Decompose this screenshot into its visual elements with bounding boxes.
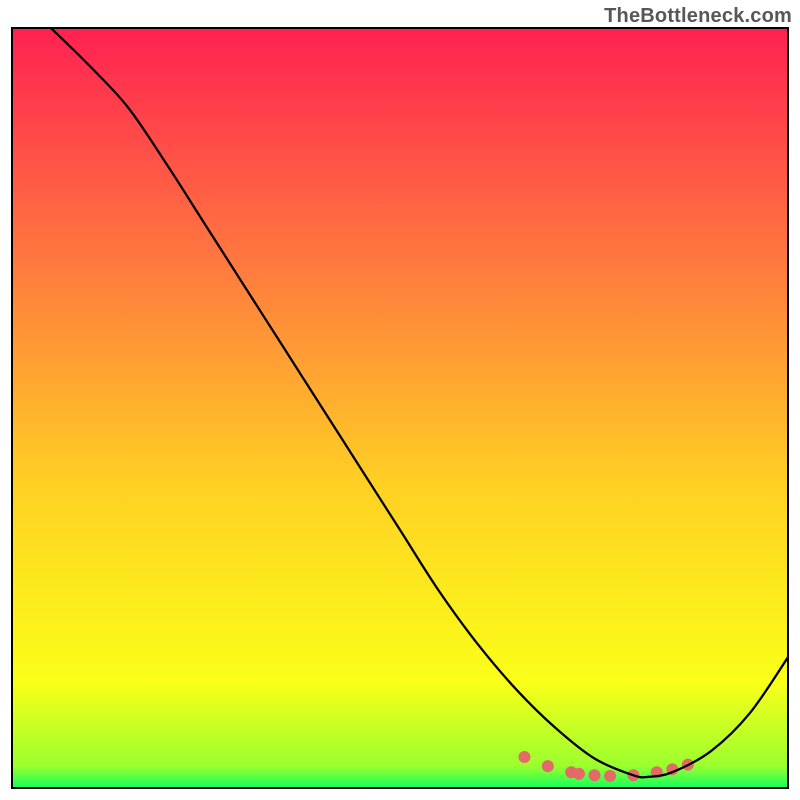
marker-dot <box>604 770 616 782</box>
marker-dot <box>573 768 585 780</box>
marker-dot <box>542 760 554 772</box>
gradient-background <box>11 27 789 789</box>
plot-svg <box>11 27 789 789</box>
watermark-text: TheBottleneck.com <box>604 5 792 28</box>
marker-dot <box>518 751 530 763</box>
plot-area <box>11 27 789 789</box>
marker-dot <box>589 769 601 781</box>
chart-stage: TheBottleneck.com <box>0 0 800 800</box>
